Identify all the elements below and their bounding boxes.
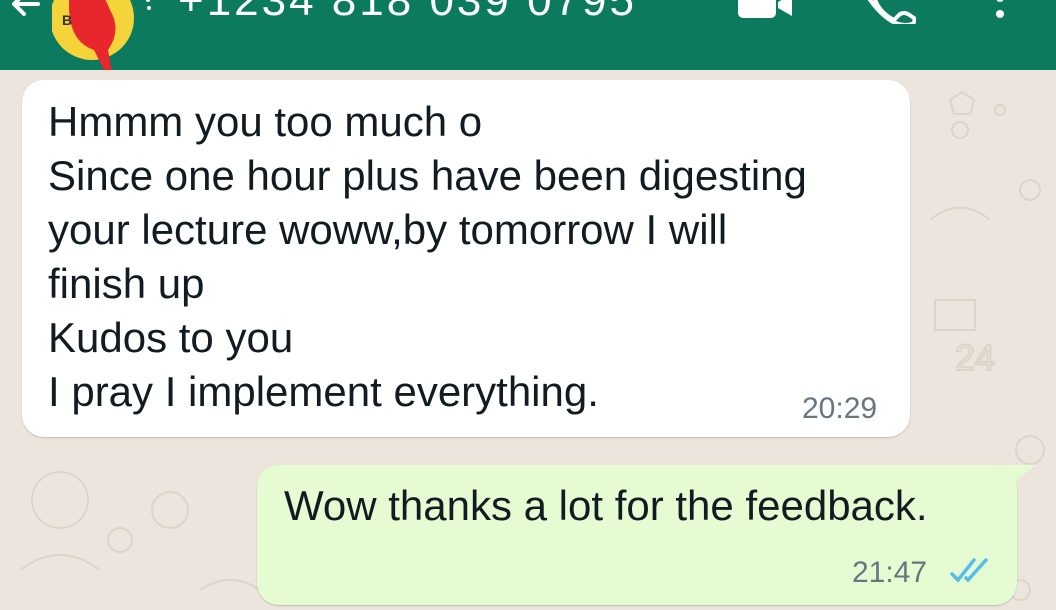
svg-text:B: B: [62, 12, 72, 28]
incoming-message-line: your lecture woww,by tomorrow I will: [48, 206, 728, 253]
incoming-message-line: Hmmm you too much o: [48, 98, 483, 145]
incoming-message-line: I pray I implement everything.: [48, 368, 599, 415]
svg-text:24: 24: [955, 337, 995, 378]
read-receipt-icon: [950, 558, 988, 583]
back-arrow-icon[interactable]: [0, 0, 40, 22]
incoming-message-line: Since one hour plus have been digesting: [48, 152, 807, 199]
phone-call-icon[interactable]: [868, 0, 916, 24]
outgoing-message-time: 21:47: [852, 556, 928, 589]
incoming-message-time: 20:29: [802, 392, 878, 425]
chat-header: B +1234 818 039 0795: [0, 0, 1056, 70]
incoming-message-line: Kudos to you: [48, 314, 294, 361]
incoming-message-line: finish up: [48, 260, 205, 307]
more-options-icon[interactable]: [990, 0, 1010, 24]
video-call-icon[interactable]: [738, 0, 794, 20]
outgoing-message-text: Wow thanks a lot for the feedback.: [284, 482, 928, 529]
contact-avatar[interactable]: B: [52, 0, 152, 70]
contact-name[interactable]: +1234 818 039 0795: [178, 0, 637, 26]
